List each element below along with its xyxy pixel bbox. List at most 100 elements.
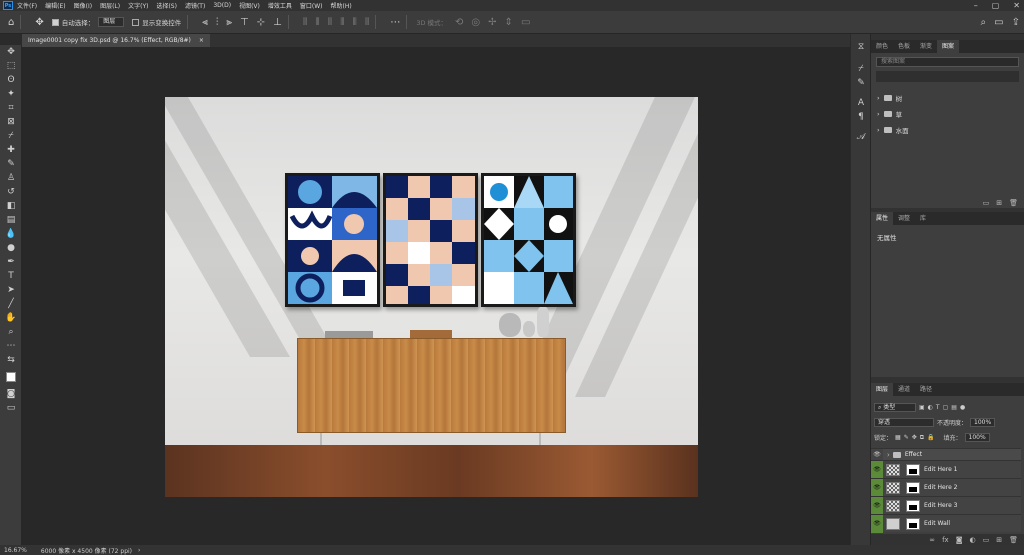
close-tab-icon[interactable]: × <box>199 37 204 44</box>
3d-roll-icon[interactable]: ◎ <box>471 17 480 28</box>
frame-tool-icon[interactable]: ⊠ <box>0 115 22 129</box>
menu-file[interactable]: 文件(F) <box>17 1 37 10</box>
align-center-icon[interactable]: ⫶ <box>216 17 219 28</box>
adjustment-layer-icon[interactable]: ◐ <box>970 536 976 544</box>
marquee-tool-icon[interactable]: ⬚ <box>0 59 22 73</box>
menu-edit[interactable]: 编辑(E) <box>45 1 65 10</box>
menu-image[interactable]: 图像(I) <box>74 1 92 10</box>
path-select-icon[interactable]: ➤ <box>0 283 22 297</box>
lock-artboard-icon[interactable]: ⧉ <box>920 434 924 442</box>
chevron-right-icon[interactable]: › <box>887 451 890 459</box>
lock-paint-icon[interactable]: ✎ <box>904 434 909 441</box>
new-group-icon[interactable]: ▭ <box>983 536 990 544</box>
fill-input[interactable]: 100% <box>964 433 990 442</box>
tab-gradients[interactable]: 渐变 <box>915 40 937 53</box>
character-panel-icon[interactable]: A <box>851 96 871 110</box>
poster-frame-2[interactable] <box>383 173 478 307</box>
blend-mode-select[interactable]: 穿透 <box>874 418 934 427</box>
eye-icon[interactable]: 👁 <box>871 496 883 515</box>
lock-pixels-icon[interactable]: ▦ <box>895 434 901 441</box>
eye-icon[interactable]: 👁 <box>871 478 883 497</box>
auto-select-checkbox[interactable] <box>51 18 59 26</box>
link-layers-icon[interactable]: ∞ <box>929 536 935 544</box>
screen-mode-icon[interactable]: ▭ <box>0 401 22 415</box>
filter-type-icon[interactable]: T <box>936 404 940 411</box>
maximize-icon[interactable]: ▢ <box>992 1 1000 10</box>
distribute-icon[interactable]: ⦀ <box>365 17 369 28</box>
layer-row[interactable]: 👁 Edit Here 3 <box>871 496 1021 515</box>
tab-swatches[interactable]: 色板 <box>893 40 915 53</box>
menu-filter[interactable]: 滤镜(T) <box>185 1 205 10</box>
minimize-icon[interactable]: – <box>974 1 978 10</box>
type-tool-icon[interactable]: T <box>0 269 22 283</box>
workspace-icon[interactable]: ▭ <box>994 17 1003 28</box>
delete-icon[interactable]: 🗑 <box>1009 199 1018 207</box>
distribute-icon[interactable]: ⦀ <box>328 17 332 28</box>
pattern-folder[interactable]: › 水面 <box>877 125 909 135</box>
history-panel-icon[interactable]: ⧖ <box>851 40 871 54</box>
eraser-tool-icon[interactable]: ◧ <box>0 199 22 213</box>
3d-slide-icon[interactable]: ⇕ <box>505 17 513 28</box>
lock-all-icon[interactable]: 🔒 <box>927 434 934 441</box>
eye-icon[interactable]: 👁 <box>871 514 883 533</box>
poster-frame-3[interactable] <box>481 173 576 307</box>
paragraph-panel-icon[interactable]: ¶ <box>851 110 871 124</box>
brushes-panel-icon[interactable]: ✎ <box>851 76 871 90</box>
dodge-tool-icon[interactable]: ● <box>0 241 22 255</box>
status-chevron-icon[interactable]: › <box>138 547 140 554</box>
zoom-level[interactable]: 16.67% <box>4 547 27 554</box>
zoom-tool-icon[interactable]: ⌕ <box>0 325 22 339</box>
poster-frame-1[interactable] <box>285 173 380 307</box>
filter-adjust-icon[interactable]: ◐ <box>928 404 933 411</box>
new-layer-icon[interactable]: ⊞ <box>996 536 1002 544</box>
menu-layer[interactable]: 图层(L) <box>100 1 120 10</box>
eye-icon[interactable]: 👁 <box>871 448 883 461</box>
menu-view[interactable]: 视图(V) <box>239 1 260 10</box>
distribute-icon[interactable]: ⦀ <box>353 17 357 28</box>
3d-pan-icon[interactable]: ✢ <box>488 17 496 28</box>
tab-channels[interactable]: 通道 <box>893 383 915 396</box>
search-icon[interactable]: ⌕ <box>981 17 987 28</box>
brush-settings-icon[interactable]: ⌿ <box>851 62 871 76</box>
document-canvas-image[interactable] <box>165 97 698 497</box>
new-group-icon[interactable]: ▭ <box>983 199 990 207</box>
menu-3d[interactable]: 3D(D) <box>213 2 231 9</box>
layer-row-group[interactable]: 👁 › Effect <box>871 448 1021 461</box>
add-mask-icon[interactable]: ◙ <box>956 536 963 544</box>
3d-scale-icon[interactable]: ▭ <box>521 17 530 28</box>
menu-type[interactable]: 文字(Y) <box>128 1 148 10</box>
align-middle-icon[interactable]: ⊹ <box>257 17 265 28</box>
filter-smart-icon[interactable]: ▤ <box>951 404 957 411</box>
brush-tool-icon[interactable]: ✎ <box>0 157 22 171</box>
opacity-input[interactable]: 100% <box>970 418 996 427</box>
align-left-icon[interactable]: ⫷ <box>202 17 208 28</box>
tab-libraries[interactable]: 库 <box>915 212 931 225</box>
align-top-icon[interactable]: ⊤ <box>240 17 249 28</box>
menu-select[interactable]: 选择(S) <box>156 1 177 10</box>
menu-window[interactable]: 窗口(W) <box>300 1 323 10</box>
stamp-tool-icon[interactable]: ♙ <box>0 171 22 185</box>
more-options-icon[interactable]: ⋯ <box>390 17 400 28</box>
document-tab[interactable]: Image0001 copy fix 3D.psd @ 16.7% (Effec… <box>22 34 210 47</box>
share-icon[interactable]: ⇪ <box>1012 17 1020 28</box>
magic-wand-tool-icon[interactable]: ✦ <box>0 87 22 101</box>
eye-icon[interactable]: 👁 <box>871 460 883 479</box>
history-brush-icon[interactable]: ↺ <box>0 185 22 199</box>
distribute-icon[interactable]: ⦀ <box>303 17 307 28</box>
color-swap-icon[interactable]: ⇆ <box>0 353 22 367</box>
more-tools-icon[interactable]: ⋯ <box>0 339 22 353</box>
foreground-swatch[interactable] <box>6 372 16 382</box>
pen-tool-icon[interactable]: ✒ <box>0 255 22 269</box>
pattern-folder[interactable]: › 草 <box>877 109 902 119</box>
lasso-tool-icon[interactable]: ʘ <box>0 73 22 87</box>
quick-mask-icon[interactable]: ◙ <box>0 387 22 401</box>
filter-pixel-icon[interactable]: ▣ <box>919 404 925 411</box>
align-right-icon[interactable]: ⫸ <box>226 17 232 28</box>
tab-adjustments[interactable]: 调整 <box>893 212 915 225</box>
menu-plugins[interactable]: 增效工具 <box>268 1 292 10</box>
3d-orbit-icon[interactable]: ⟲ <box>455 17 463 28</box>
layer-style-icon[interactable]: fx <box>942 536 949 544</box>
distribute-icon[interactable]: ⦀ <box>340 17 344 28</box>
layer-row[interactable]: 👁 Edit Here 1 <box>871 460 1021 479</box>
new-pattern-icon[interactable]: ⊞ <box>996 199 1002 207</box>
